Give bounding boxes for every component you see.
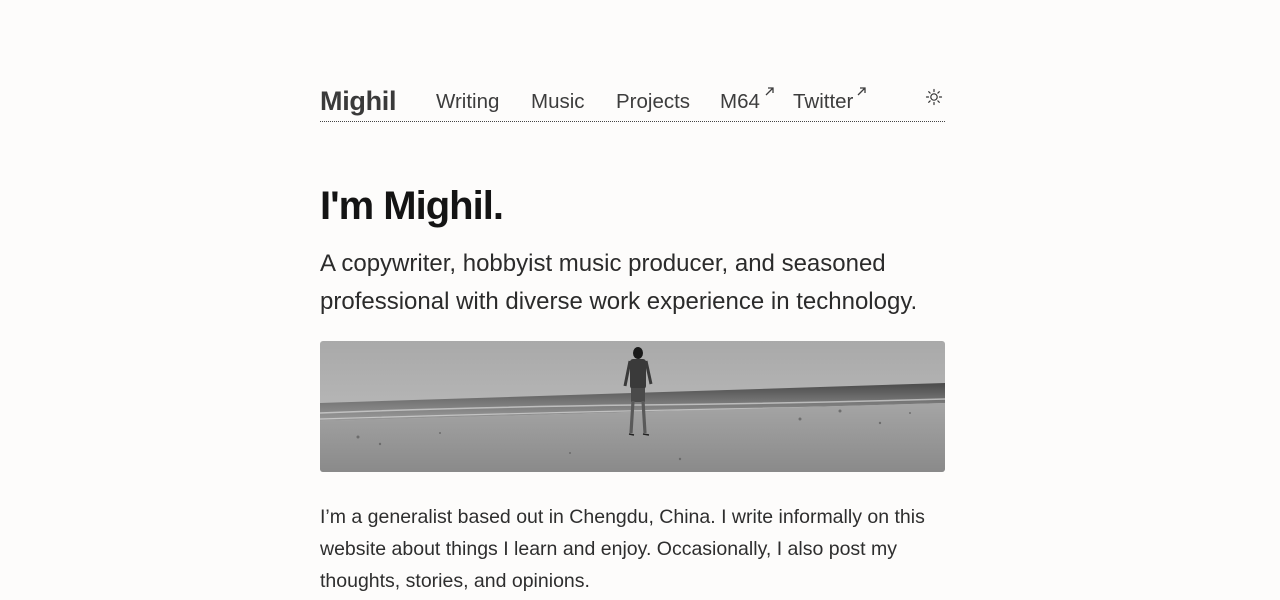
nav-link-music[interactable]: Music bbox=[531, 90, 585, 114]
nav-link-m64[interactable]: M64 bbox=[720, 90, 760, 114]
bio-paragraph: I’m a generalist based out in Chengdu, C… bbox=[320, 506, 925, 592]
external-link-icon bbox=[857, 87, 866, 96]
page-headline: I'm Mighil. bbox=[320, 184, 504, 228]
sun-icon[interactable] bbox=[925, 88, 943, 106]
external-link-icon bbox=[765, 87, 774, 96]
tagline: A copywriter, hobbyist music producer, a… bbox=[320, 250, 918, 315]
top-nav: Mighil Writing Music Projects M64 Twitte… bbox=[320, 84, 945, 122]
nav-link-twitter[interactable]: Twitter bbox=[793, 90, 853, 114]
hero-photo bbox=[320, 341, 945, 472]
nav-link-projects[interactable]: Projects bbox=[616, 90, 690, 114]
nav-link-writing[interactable]: Writing bbox=[436, 90, 499, 114]
site-brand-link[interactable]: Mighil bbox=[320, 86, 396, 117]
beach-photo bbox=[320, 341, 945, 472]
